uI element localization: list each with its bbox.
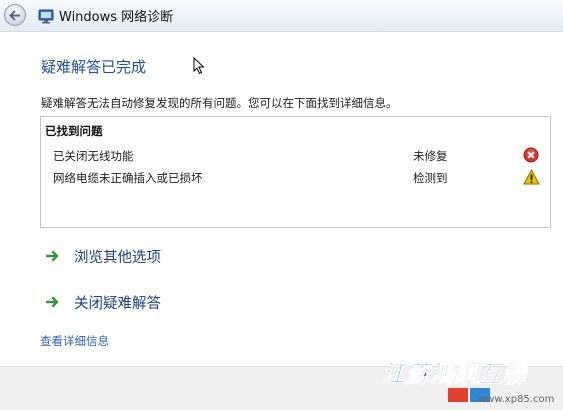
green-arrow-icon <box>46 250 59 262</box>
back-button[interactable] <box>4 4 26 26</box>
title-bar: Windows 网络诊断 <box>0 0 563 32</box>
warning-icon <box>523 169 540 185</box>
problem-row: 网络电缆未正确插入或已损坏 检测到 <box>41 168 550 188</box>
green-arrow-icon <box>46 296 59 308</box>
mouse-cursor-icon <box>193 57 205 75</box>
problems-panel: 已找到问题 已关闭无线功能 未修复 网络电缆未正确插入或已损坏 检测到 <box>40 116 551 228</box>
close-troubleshooter-label[interactable]: 关闭疑难解答 <box>74 292 161 313</box>
close-troubleshooter-link[interactable]: 关闭疑难解答 <box>46 292 206 314</box>
page-title: 疑难解答已完成 <box>41 58 147 76</box>
view-details-link[interactable]: 查看详细信息 <box>40 333 109 349</box>
problems-header: 已找到问题 <box>45 124 103 138</box>
browse-options-label[interactable]: 浏览其他选项 <box>74 246 161 267</box>
network-diagnostics-icon <box>38 9 54 24</box>
problem-row: 已关闭无线功能 未修复 <box>41 146 550 166</box>
svg-text:www.xp85.com: www.xp85.com <box>478 394 554 405</box>
back-arrow-icon <box>9 10 20 21</box>
description-text: 疑难解答无法自动修复发现的所有问题。您可以在下面找到详细信息。 <box>41 96 398 110</box>
problem-name: 网络电缆未正确插入或已损坏 <box>53 171 203 185</box>
svg-text:江蘇鴻網互聯: 江蘇鴻網互聯 <box>382 360 529 388</box>
window-title: Windows 网络诊断 <box>59 10 174 25</box>
error-icon <box>523 147 539 163</box>
problem-status: 检测到 <box>413 171 448 185</box>
watermark-logo: 江蘇鴻網互聯 www.xp85.com <box>378 352 558 406</box>
problem-name: 已关闭无线功能 <box>53 149 134 163</box>
browse-options-link[interactable]: 浏览其他选项 <box>46 246 206 268</box>
problem-status: 未修复 <box>413 149 448 163</box>
